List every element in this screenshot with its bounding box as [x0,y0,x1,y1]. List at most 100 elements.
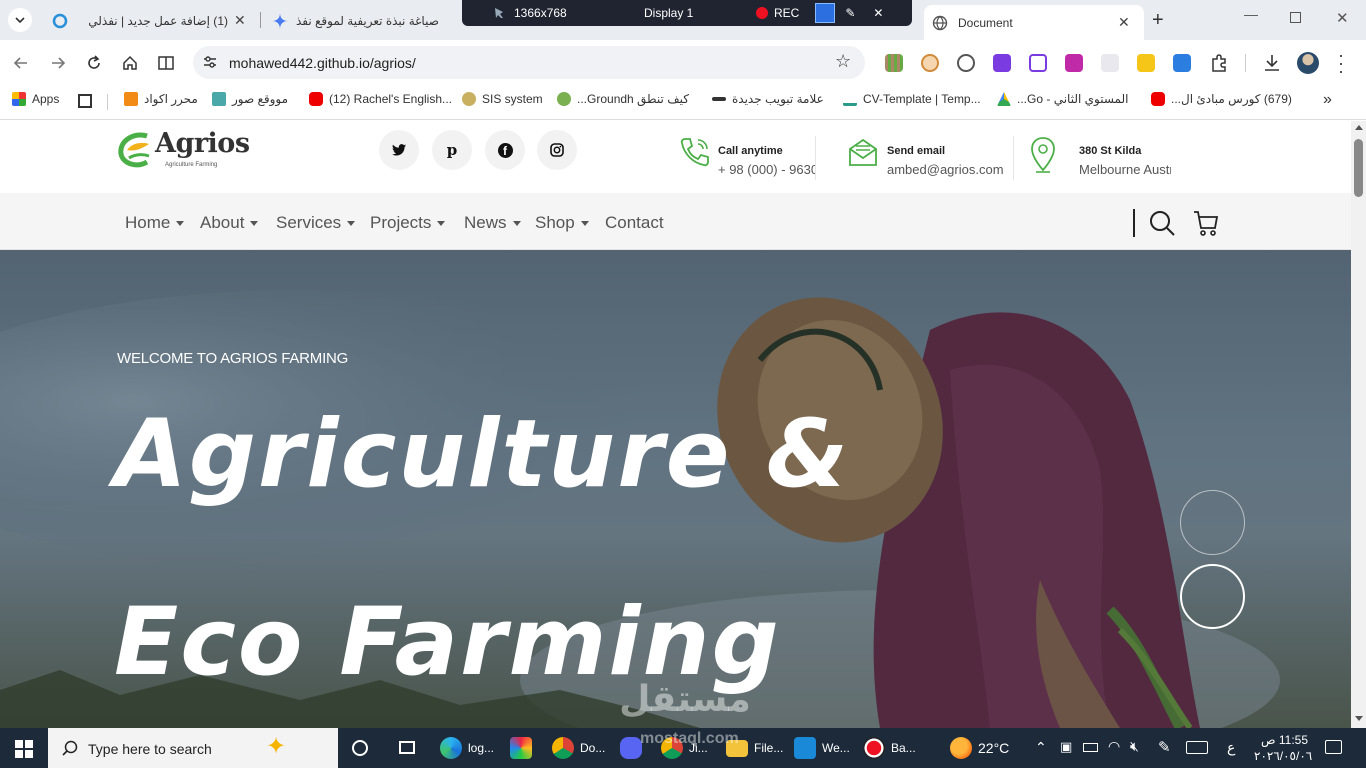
bookmark-google-drive[interactable]: المستوي الثاني - Go... [997,92,1128,106]
reload-icon[interactable] [85,54,103,72]
profile-avatar[interactable] [1297,52,1319,74]
nav-contact[interactable]: Contact [605,213,664,233]
close-icon[interactable]: ✕ [234,12,246,29]
hero-welcome: WELCOME TO AGRIOS FARMING [117,350,349,367]
extensions-puzzle-icon[interactable] [1209,53,1229,73]
taskbar-app-m365[interactable] [510,728,538,768]
bookmark-rachel[interactable]: (12) Rachel's English... [309,92,452,106]
clock[interactable]: 11:55 ص ٢٠٢٦/٠٥/٠٦ [1254,732,1313,764]
pin-icon[interactable] [492,6,506,20]
notification-icon[interactable] [1325,740,1342,754]
tab-search-button[interactable] [8,8,32,32]
nav-home[interactable]: Home [125,213,185,233]
url-text[interactable]: mohawed442.github.io/agrios/ [229,55,416,71]
scrollbar-thumb[interactable] [1354,139,1363,197]
webcam-icon[interactable] [815,3,836,23]
cart-icon[interactable] [1193,209,1219,237]
pinterest-button[interactable]: p [432,130,472,170]
pen-icon[interactable]: ✎ [845,6,855,20]
extension-8-icon[interactable] [1137,54,1155,72]
email-value[interactable]: ambed@agrios.com [887,162,1004,177]
taskbar-app-vscode[interactable]: We... [794,728,850,768]
back-icon[interactable] [12,54,30,72]
menu-icon[interactable]: · · · [1338,46,1344,80]
extension-2-icon[interactable] [921,54,939,72]
bookmarks-bar: Apps محرر اكواد مووقع صور (12) Rachel's … [0,85,1366,120]
taskbar-app-recorder[interactable]: Ba... [863,728,916,768]
hero-title-line-1: Agriculture & [114,400,851,509]
pen-menu-icon[interactable]: ✎ [1158,738,1171,756]
scroll-up-arrow[interactable] [1355,125,1363,130]
input-language[interactable]: ع [1227,739,1235,756]
all-apps-grid-icon[interactable] [78,94,92,108]
download-icon[interactable] [1262,53,1282,73]
logo-tagline: Agriculture Farming [165,162,218,168]
bookmark-apps[interactable]: Apps [12,92,59,106]
slider-next-button[interactable] [1180,564,1245,629]
call-title: Call anytime [718,145,783,157]
extension-7-icon[interactable] [1101,54,1119,72]
close-icon[interactable]: ✕ [1118,14,1130,31]
scroll-down-arrow[interactable] [1355,716,1363,721]
bookmark-course[interactable]: (679) كورس مبادئ ال... [1151,92,1292,106]
nav-services[interactable]: Services [276,213,356,233]
widgets-icon[interactable] [399,741,415,754]
volume-icon[interactable]: 🔇︎ [1130,738,1139,755]
extension-5-icon[interactable] [1029,54,1047,72]
extension-6-icon[interactable] [1065,54,1083,72]
extension-1-icon[interactable] [885,54,903,72]
weather-widget[interactable]: 22°C [950,728,1009,768]
wifi-icon[interactable]: ◠ [1108,738,1120,755]
bookmark-star-icon[interactable]: ☆ [835,51,851,72]
bookmark-groundhog[interactable]: كيف تنطق Groundh... [557,92,689,106]
record-icon [863,737,885,759]
instagram-button[interactable] [537,130,577,170]
touch-keyboard-icon[interactable] [1186,741,1208,754]
taskbar-search-box[interactable]: Type here to search ✦ [48,728,338,768]
nav-about[interactable]: About [200,213,259,233]
clock-date: ٢٠٢٦/٠٥/٠٦ [1254,749,1313,763]
extension-9-icon[interactable] [1173,54,1191,72]
caret-down-icon [176,220,185,226]
tab-document[interactable]: Document ✕ [924,5,1144,40]
bookmark-sis[interactable]: SIS system [462,92,543,106]
call-value[interactable]: + 98 (000) - 9630 [718,162,815,177]
extension-4-icon[interactable] [993,54,1011,72]
site-info-icon[interactable] [202,54,218,70]
bookmark-code-editor[interactable]: محرر اكواد [124,92,198,106]
home-icon[interactable] [121,54,139,72]
rec-label[interactable]: REC [774,6,799,20]
chevron-up-icon[interactable]: ⌃ [1035,739,1047,756]
meet-now-icon[interactable]: ▣ [1060,739,1072,755]
site-logo[interactable]: Agrios Agriculture Farming [117,128,250,172]
search-icon[interactable] [1148,209,1176,237]
reading-mode-icon[interactable] [157,54,175,72]
tab-nafzly[interactable]: (1) إضافة عمل جديد | نفذلي ✕ [44,5,254,36]
bookmark-new-tab[interactable]: علامة تبويب جديدة [712,92,824,106]
recorder-display: Display 1 [644,6,694,20]
address-bar[interactable]: mohawed442.github.io/agrios/ ☆ [193,46,865,79]
window-close-button[interactable]: ✕ [1336,9,1349,27]
windows-start-icon[interactable] [15,740,33,758]
taskbar-app-chrome-1[interactable]: Do... [552,728,605,768]
bookmark-images[interactable]: مووقع صور [212,92,288,106]
twitter-button[interactable] [379,130,419,170]
close-icon[interactable]: ✕ [873,6,883,20]
nav-projects[interactable]: Projects [370,213,446,233]
new-tab-button[interactable]: + [1152,9,1164,32]
bookmark-cv-template[interactable]: CV-Template | Temp... [843,92,981,106]
task-view-icon[interactable] [352,740,368,756]
minimize-button[interactable]: — [1244,6,1258,22]
extension-3-icon[interactable] [957,54,975,72]
nav-shop[interactable]: Shop [535,213,589,233]
more-bookmarks-icon[interactable]: » [1323,91,1332,109]
battery-icon[interactable] [1083,743,1098,752]
facebook-button[interactable]: f [485,130,525,170]
forward-icon[interactable] [49,54,67,72]
taskbar-app-edge[interactable]: log... [440,728,494,768]
nav-news[interactable]: News [464,213,521,233]
restore-button[interactable] [1290,12,1301,23]
page-scrollbar[interactable] [1351,121,1366,728]
slider-prev-button[interactable] [1180,490,1245,555]
tab-gemini[interactable]: صياغة نبذة تعريفية لموقع نفذ [264,5,460,36]
